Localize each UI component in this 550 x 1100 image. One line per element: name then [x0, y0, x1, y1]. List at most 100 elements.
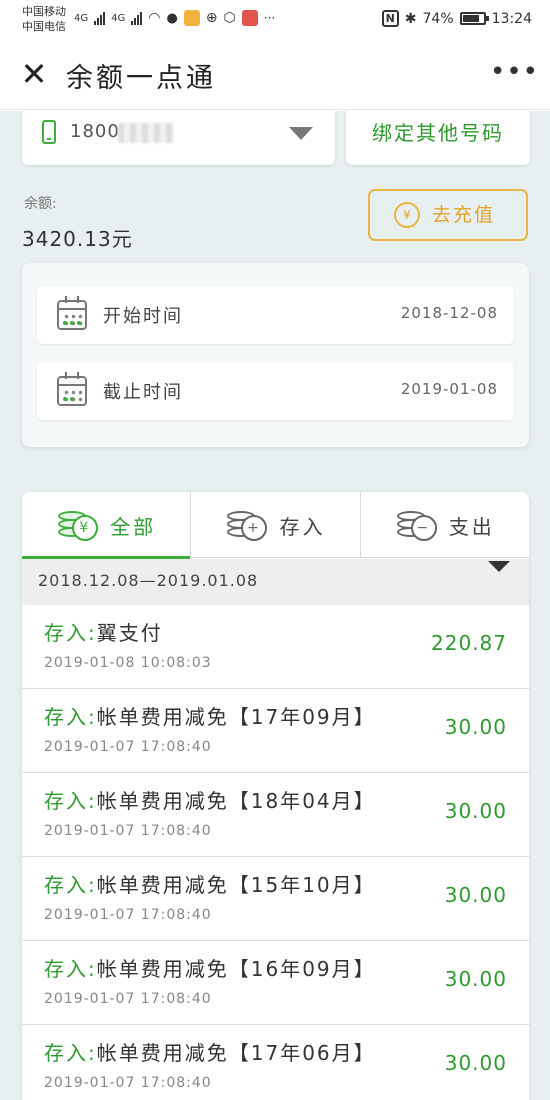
transaction-title: 存入:翼支付	[44, 617, 163, 646]
date-range-text: 2018.12.08—2019.01.08	[38, 571, 259, 590]
status-icons-left: 4G 4G ◠ ● ⊕ ⬡ ···	[74, 10, 275, 26]
yuan-coin-icon: ¥	[394, 202, 420, 228]
chevron-down-icon[interactable]	[487, 561, 511, 585]
transaction-time: 2019-01-08 10:08:03	[44, 655, 212, 671]
transaction-amount: 30.00	[444, 883, 507, 907]
transaction-type: 存入:	[44, 621, 97, 645]
list-item[interactable]: 存入:帐单费用减免【16年09月】 2019-01-07 17:08:40 30…	[22, 941, 529, 1025]
transaction-title: 存入:帐单费用减免【18年04月】	[44, 785, 376, 814]
calendar-highlight-dot	[77, 321, 81, 325]
carrier-1: 中国移动	[22, 5, 66, 18]
tab-deposit-label: 存入	[279, 514, 326, 539]
carrier-2: 中国电信	[22, 20, 66, 33]
tab-expense-label: 支出	[448, 514, 495, 539]
calendar-highlight-dot	[70, 397, 74, 401]
calendar-pin	[77, 296, 79, 303]
transaction-desc: 帐单费用减免【16年09月】	[96, 957, 376, 981]
transaction-desc: 帐单费用减免【17年09月】	[96, 705, 376, 729]
transaction-list: 存入:翼支付 2019-01-08 10:08:03 220.87 存入:帐单费…	[22, 605, 529, 1100]
date-range-bar: 2018.12.08—2019.01.08	[22, 559, 529, 605]
transaction-amount: 220.87	[431, 631, 507, 655]
bind-other-number-button[interactable]: 绑定其他号码	[346, 111, 530, 165]
start-date-label: 开始时间	[103, 306, 183, 327]
status-icons-right: N ✱ 74% 13:24	[381, 10, 532, 27]
phone-number: 1800	[70, 121, 120, 142]
transaction-type: 存入:	[44, 1041, 97, 1065]
list-item[interactable]: 存入:帐单费用减免【15年10月】 2019-01-07 17:08:40 30…	[22, 857, 529, 941]
battery-icon	[459, 12, 489, 25]
list-item[interactable]: 存入:帐单费用减免【18年04月】 2019-01-07 17:08:40 30…	[22, 773, 529, 857]
close-icon[interactable]: ✕	[14, 54, 54, 94]
transaction-title: 存入:帐单费用减免【16年09月】	[44, 953, 376, 982]
app-notification-icon-2	[241, 10, 258, 26]
list-item[interactable]: 存入:帐单费用减免【17年06月】 2019-01-07 17:08:40 30…	[22, 1025, 529, 1100]
alipay-icon: ⊕	[205, 10, 218, 26]
tab-all[interactable]: ¥ 全部	[22, 492, 192, 559]
transaction-desc: 帐单费用减免【18年04月】	[96, 789, 376, 813]
dropdown-arrow-icon[interactable]	[289, 127, 313, 140]
transaction-title: 存入:帐单费用减免【17年09月】	[44, 701, 376, 730]
coins-minus-icon: −	[395, 507, 441, 543]
tab-deposit[interactable]: + 存入	[191, 492, 361, 558]
transaction-amount: 30.00	[444, 799, 507, 823]
phone-selector[interactable]: 1800	[22, 111, 335, 165]
app-notification-icon	[183, 10, 200, 26]
tab-all-label: 全部	[110, 514, 157, 539]
battery-percent: 74%	[422, 10, 454, 27]
list-item[interactable]: 存入:翼支付 2019-01-08 10:08:03 220.87	[22, 605, 529, 689]
transaction-desc: 翼支付	[96, 621, 163, 645]
transaction-amount: 30.00	[444, 1051, 507, 1075]
transaction-amount: 30.00	[444, 967, 507, 991]
end-date-value: 2019-01-08	[400, 380, 498, 398]
balance-value: 3420.13元	[22, 227, 133, 251]
status-bar: 中国移动 中国电信 4G 4G ◠ ● ⊕ ⬡ ··· N ✱ 74% 13:2…	[0, 0, 550, 40]
clock: 13:24	[491, 10, 532, 27]
phone-number-mask	[118, 123, 174, 143]
wechat-icon: ●	[166, 10, 178, 26]
start-date-row[interactable]: 开始时间 2018-12-08	[37, 286, 514, 344]
page-title: 余额一点通	[66, 63, 216, 94]
transaction-type: 存入:	[44, 789, 97, 813]
transaction-tabs: ¥ 全部 + 存入 − 支出	[22, 492, 529, 559]
calendar-pin	[65, 372, 67, 379]
mobile-phone-icon	[42, 120, 56, 144]
transaction-type: 存入:	[44, 705, 97, 729]
transaction-title: 存入:帐单费用减免【15年10月】	[44, 869, 376, 898]
nfc-icon: N	[381, 10, 399, 27]
signal-icon-2	[131, 11, 143, 25]
carrier-names: 中国移动 中国电信	[22, 4, 66, 34]
transaction-type: 存入:	[44, 957, 97, 981]
more-options-icon[interactable]: •••	[490, 54, 538, 94]
coins-plus-icon: +	[225, 507, 271, 543]
date-filter-card: 开始时间 2018-12-08 截止时间 2019-01-08	[22, 263, 529, 447]
transaction-title: 存入:帐单费用减免【17年06月】	[44, 1037, 376, 1066]
calendar-icon	[57, 296, 87, 330]
recharge-button[interactable]: ¥ 去充值	[368, 189, 528, 241]
transaction-desc: 帐单费用减免【17年06月】	[96, 1041, 376, 1065]
tab-expense[interactable]: − 支出	[361, 492, 529, 558]
signal-icon	[94, 11, 106, 25]
calendar-dots	[63, 389, 83, 403]
transactions-card: ¥ 全部 + 存入 − 支出 2018.12.08—2019.01.08 存入:…	[22, 492, 529, 1100]
calendar-icon	[57, 372, 87, 406]
main-content: 1800 绑定其他号码 余额: 3420.13元 ¥ 去充值 开始时间 2018…	[0, 111, 550, 1100]
bluetooth-icon: ✱	[404, 10, 417, 27]
transaction-type: 存入:	[44, 873, 97, 897]
transaction-time: 2019-01-07 17:08:40	[44, 823, 212, 839]
hexagon-app-icon: ⬡	[223, 10, 236, 26]
recharge-label: 去充值	[432, 204, 496, 226]
list-item[interactable]: 存入:帐单费用减免【17年09月】 2019-01-07 17:08:40 30…	[22, 689, 529, 773]
transaction-time: 2019-01-07 17:08:40	[44, 1075, 212, 1091]
start-date-value: 2018-12-08	[400, 304, 498, 322]
calendar-dots	[63, 313, 83, 327]
more-notifications-icon: ···	[263, 11, 276, 25]
end-date-label: 截止时间	[103, 382, 183, 403]
transaction-time: 2019-01-07 17:08:40	[44, 907, 212, 923]
end-date-row[interactable]: 截止时间 2019-01-08	[37, 362, 514, 420]
transaction-amount: 30.00	[444, 715, 507, 739]
transaction-time: 2019-01-07 17:08:40	[44, 991, 212, 1007]
calendar-highlight-dot	[63, 321, 67, 325]
coins-yuan-icon: ¥	[56, 507, 102, 543]
network-type-1: 4G	[74, 12, 89, 24]
calendar-pin	[65, 296, 67, 303]
